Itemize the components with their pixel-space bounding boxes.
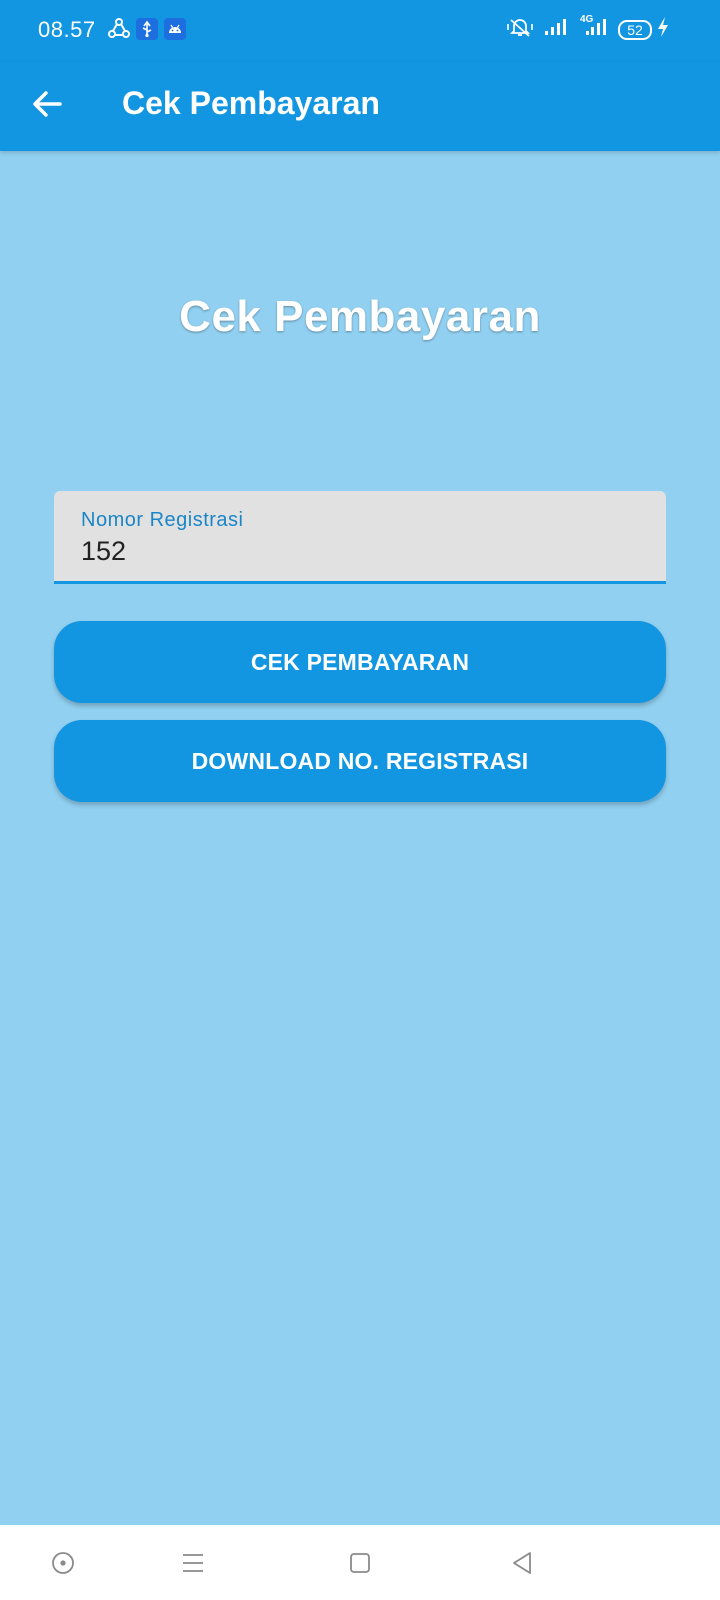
registration-number-input[interactable] xyxy=(81,536,641,567)
app-bar-title: Cek Pembayaran xyxy=(122,85,380,121)
battery-icon: 52 xyxy=(618,19,652,40)
navigation-bar xyxy=(0,1525,720,1600)
signal-4g-icon: 4G xyxy=(578,14,608,43)
assistant-icon[interactable] xyxy=(47,1547,79,1579)
registration-number-field[interactable]: Nomor Registrasi xyxy=(54,491,666,584)
charging-icon xyxy=(656,16,670,43)
usb-icon xyxy=(136,18,158,40)
android-icon xyxy=(164,18,186,40)
status-bar: 08.57 4G 52 xyxy=(0,0,720,62)
registration-number-label: Nomor Registrasi xyxy=(81,509,244,531)
check-payment-button[interactable]: CEK PEMBAYARAN xyxy=(54,621,666,703)
network-type-label: 4G xyxy=(580,14,594,25)
system-icons: 4G 52 xyxy=(506,14,670,43)
status-time: 08.57 xyxy=(38,17,96,42)
menu-icon[interactable] xyxy=(177,1547,209,1579)
download-registration-button[interactable]: DOWNLOAD NO. REGISTRASI xyxy=(54,720,666,802)
page-heading: Cek Pembayaran xyxy=(179,292,541,341)
signal-icon xyxy=(544,16,568,43)
back-arrow-icon[interactable] xyxy=(30,86,66,122)
share-icon xyxy=(108,18,130,40)
notification-icons xyxy=(108,18,186,40)
vibrate-icon xyxy=(506,16,534,43)
home-square-icon[interactable] xyxy=(344,1547,376,1579)
back-triangle-icon[interactable] xyxy=(506,1547,538,1579)
app-bar: Cek Pembayaran xyxy=(0,62,720,151)
